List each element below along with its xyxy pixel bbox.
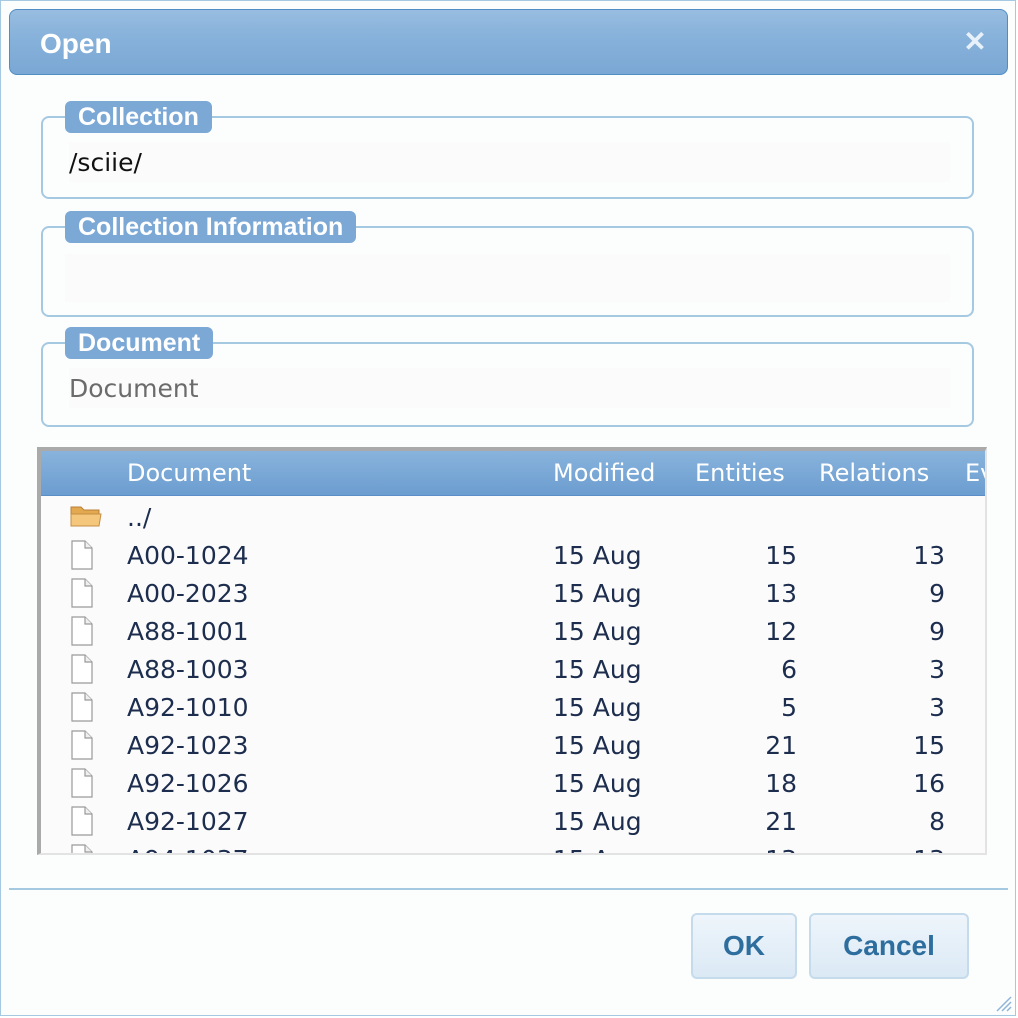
table-header: Document Modified Entities Relations Ev [41,451,985,496]
table-row[interactable]: A00-1024 15 Aug 15 13 [41,537,985,575]
row-modified: 15 Aug [553,807,642,836]
table-row[interactable]: A88-1001 15 Aug 12 9 [41,613,985,651]
collection-info-legend: Collection Information [65,211,357,243]
row-document-name: A92-1026 [127,769,249,798]
row-document-name: A92-1023 [127,731,249,760]
document-table[interactable]: Document Modified Entities Relations Ev … [37,447,987,855]
row-document-name: A94-1037 [127,845,249,853]
row-relations: 15 [913,731,945,760]
table-row[interactable]: A92-1023 15 Aug 21 15 [41,727,985,765]
document-icon [69,539,95,577]
row-document-name: A88-1001 [127,617,249,646]
header-relations[interactable]: Relations [819,459,929,487]
dialog-titlebar[interactable]: Open ✕ [9,9,1008,75]
row-relations: 3 [929,655,945,684]
collection-legend: Collection [65,101,212,133]
table-row-parent[interactable]: ../ [41,499,985,537]
row-entities: 5 [781,693,797,722]
row-document-name: A00-2023 [127,579,249,608]
resize-grip-icon[interactable] [991,991,1013,1013]
row-relations: 9 [929,579,945,608]
document-icon [69,691,95,729]
row-entities: 21 [765,807,797,836]
folder-icon [69,501,103,535]
row-entities: 12 [765,617,797,646]
collection-info-text [65,254,950,302]
row-modified: 15 Aug [553,579,642,608]
row-relations: 16 [913,769,945,798]
row-entities: 13 [765,579,797,608]
open-dialog: Open ✕ Collection Collection Information… [0,0,1016,1016]
close-icon[interactable]: ✕ [961,28,989,56]
row-document-name: A00-1024 [127,541,249,570]
document-icon [69,729,95,767]
button-separator [9,888,1008,890]
row-modified: 15 Aug [553,769,642,798]
row-relations: 13 [821,845,945,853]
collection-info-fieldset: Collection Information [41,211,974,317]
row-relations: 9 [929,617,945,646]
collection-input[interactable] [69,142,950,182]
document-icon [69,805,95,843]
row-modified: 15 Aug [553,693,642,722]
row-modified: 15 Aug [553,845,642,853]
row-document-name: A92-1027 [127,807,249,836]
header-events[interactable]: Ev [965,459,985,487]
document-legend: Document [65,327,214,359]
row-entities: 15 [765,541,797,570]
row-modified: 15 Aug [553,655,642,684]
document-icon [69,615,95,653]
row-modified: 15 Aug [553,541,642,570]
header-document[interactable]: Document [127,459,251,487]
header-entities[interactable]: Entities [695,459,785,487]
document-icon [69,653,95,691]
row-relations: 13 [913,541,945,570]
row-relations: 8 [929,807,945,836]
row-relations: 3 [929,693,945,722]
ok-button[interactable]: OK [691,913,797,979]
document-icon [69,843,95,853]
table-row[interactable]: A92-1026 15 Aug 18 16 [41,765,985,803]
cancel-button[interactable]: Cancel [809,913,969,979]
table-row[interactable]: A00-2023 15 Aug 13 9 [41,575,985,613]
row-entities: 13 [661,845,797,853]
table-row[interactable]: A94-1037 15 Aug 13 13 [41,841,985,853]
row-entities: 21 [765,731,797,760]
table-row[interactable]: A92-1010 15 Aug 5 3 [41,689,985,727]
row-document-name: A92-1010 [127,693,249,722]
parent-folder-name: ../ [127,503,152,532]
dialog-title: Open [40,28,112,59]
row-entities: 18 [765,769,797,798]
row-entities: 6 [781,655,797,684]
row-modified: 15 Aug [553,617,642,646]
document-fieldset: Document [41,327,974,427]
table-row[interactable]: A92-1027 15 Aug 21 8 [41,803,985,841]
row-modified: 15 Aug [553,731,642,760]
document-icon [69,767,95,805]
document-input[interactable] [69,368,950,408]
document-icon [69,577,95,615]
table-row[interactable]: A88-1003 15 Aug 6 3 [41,651,985,689]
collection-fieldset: Collection [41,101,974,199]
header-modified[interactable]: Modified [553,459,655,487]
row-document-name: A88-1003 [127,655,249,684]
